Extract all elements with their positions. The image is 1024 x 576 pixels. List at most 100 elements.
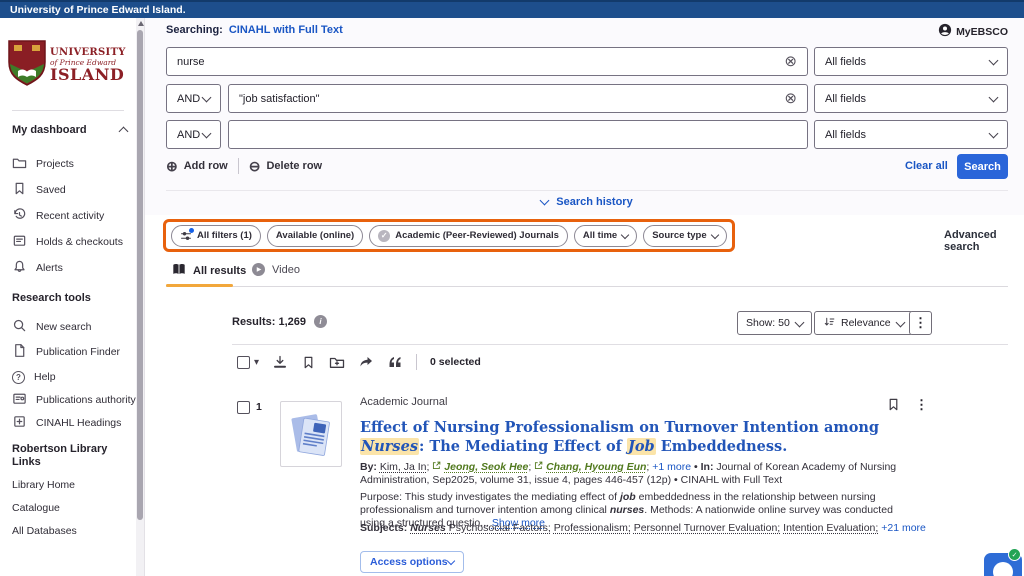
chevron-down-icon <box>989 128 999 138</box>
chevron-down-icon <box>540 196 550 206</box>
play-circle-icon: ▶ <box>252 263 265 276</box>
select-caret-icon[interactable]: ▾ <box>254 357 259 368</box>
sidebar-item-saved[interactable]: Saved <box>12 179 137 201</box>
delete-row-button[interactable]: ⊖ Delete row <box>249 159 322 173</box>
clear-input-icon[interactable]: ⊗ <box>784 91 797 106</box>
sidebar-item-publication-finder[interactable]: Publication Finder <box>12 341 137 363</box>
search-input-row1[interactable]: nurse ⊗ <box>166 47 808 76</box>
advanced-search-link[interactable]: Advanced search <box>944 229 1024 253</box>
info-icon[interactable]: i <box>314 315 327 328</box>
sidebar-divider <box>12 110 124 111</box>
add-to-folder-icon[interactable] <box>329 354 345 370</box>
sidebar-item-alerts[interactable]: Alerts <box>12 257 137 279</box>
document-stack-illustration <box>288 408 334 460</box>
scrollbar-up-arrow[interactable] <box>138 21 144 26</box>
tab-video[interactable]: ▶ Video <box>252 263 300 276</box>
download-icon[interactable] <box>272 354 288 370</box>
document-icon <box>12 343 27 361</box>
select-all-checkbox[interactable] <box>237 356 250 369</box>
boolean-select-row2[interactable]: AND <box>166 84 221 113</box>
result-byline: By: Kim, Ja In; Jeong, Seok Hee; Chang, … <box>360 461 926 487</box>
authority-icon <box>12 391 27 409</box>
result-checkbox[interactable] <box>237 401 250 414</box>
all-filters-button[interactable]: All filters (1) <box>171 225 261 247</box>
chevron-down-icon <box>710 230 718 238</box>
sidebar-item-recent-activity[interactable]: Recent activity <box>12 205 137 227</box>
headings-icon <box>12 414 27 432</box>
sidebar-scrollbar-thumb[interactable] <box>137 30 143 520</box>
sidebar-link-catalogue[interactable]: Catalogue <box>12 502 60 514</box>
check-circle-icon: ✓ <box>378 230 390 242</box>
results-options-kebab[interactable]: ⋮ <box>909 311 932 335</box>
search-term-1: nurse <box>177 56 205 68</box>
search-input-row3[interactable] <box>228 120 808 149</box>
subject-link[interactable]: Nurses Psychosocial Factors; <box>410 522 551 534</box>
search-input-row2[interactable]: "job satisfaction" ⊗ <box>228 84 808 113</box>
divider <box>232 344 1008 345</box>
filter-bar-highlight: All filters (1) Available (online) ✓ Aca… <box>163 219 735 252</box>
chevron-down-icon <box>202 128 212 138</box>
sidebar-item-publications-authority[interactable]: Publications authority <box>12 389 137 411</box>
clear-all-button[interactable]: Clear all <box>905 160 948 172</box>
chevron-down-icon <box>989 92 999 102</box>
sidebar-item-help[interactable]: ? Help <box>12 366 137 388</box>
tab-border <box>166 286 1008 287</box>
sidebar-item-cinahl-headings[interactable]: CINAHL Headings <box>12 412 137 434</box>
selected-count: 0 selected <box>430 356 481 368</box>
search-hit-highlight: Nurses <box>360 438 419 455</box>
field-select-row2[interactable]: All fields <box>814 84 1008 113</box>
sidebar-item-projects[interactable]: Projects <box>12 153 137 175</box>
author-link[interactable]: Kim, Ja In <box>380 461 427 473</box>
bookmark-icon[interactable] <box>886 397 901 417</box>
myebsco-button[interactable]: MyEBSCO <box>938 23 1008 40</box>
add-row-button[interactable]: ⊕ Add row <box>166 159 228 173</box>
sidebar-link-all-databases[interactable]: All Databases <box>12 525 77 537</box>
source-type-dropdown[interactable]: Source type <box>643 225 726 247</box>
database-link[interactable]: CINAHL with Full Text <box>229 24 343 36</box>
minus-circle-icon: ⊖ <box>249 159 261 173</box>
search-button[interactable]: Search <box>957 154 1008 179</box>
author-link[interactable]: Chang, Hyoung Eun <box>546 461 646 473</box>
chevron-down-icon <box>794 317 804 327</box>
search-hit-highlight: Job <box>627 438 656 455</box>
chevron-up-icon <box>119 127 129 137</box>
kebab-icon[interactable]: ⋮ <box>915 397 928 413</box>
clear-input-icon[interactable]: ⊗ <box>784 54 797 69</box>
active-tab-underline <box>166 284 233 287</box>
plus-circle-icon: ⊕ <box>166 159 178 173</box>
search-history-toggle[interactable]: Search history <box>166 196 1008 208</box>
sort-dropdown[interactable]: Relevance <box>814 311 913 335</box>
field-select-row3[interactable]: All fields <box>814 120 1008 149</box>
show-per-page-dropdown[interactable]: Show: 50 <box>737 311 812 335</box>
filter-active-dot <box>189 228 194 233</box>
sidebar-item-holds-checkouts[interactable]: Holds & checkouts <box>12 231 137 253</box>
upei-wordmark: UNIVERSITY of Prince Edward ISLAND <box>50 48 126 84</box>
result-thumbnail[interactable] <box>280 401 342 467</box>
author-link[interactable]: Jeong, Seok Hee <box>444 461 528 473</box>
boolean-select-row3[interactable]: AND <box>166 120 221 149</box>
book-icon <box>172 263 186 279</box>
subject-link[interactable]: Personnel Turnover Evaluation; <box>634 522 781 534</box>
share-icon[interactable] <box>358 354 374 370</box>
chevron-down-icon <box>895 317 905 327</box>
subject-link[interactable]: Professionalism; <box>554 522 631 534</box>
all-time-dropdown[interactable]: All time <box>574 225 637 247</box>
available-online-button[interactable]: Available (online) <box>267 225 363 247</box>
field-select-row1[interactable]: All fields <box>814 47 1008 76</box>
more-subjects-link[interactable]: +21 more <box>881 522 926 534</box>
access-options-button[interactable]: Access options <box>360 551 464 573</box>
sidebar-link-library-home[interactable]: Library Home <box>12 479 75 491</box>
sidebar-section-my-dashboard[interactable]: My dashboard <box>12 124 127 136</box>
more-authors-link[interactable]: +1 more <box>652 461 691 473</box>
peer-reviewed-filter-button[interactable]: ✓ Academic (Peer-Reviewed) Journals <box>369 225 568 247</box>
result-title-link[interactable]: Effect of Nursing Professionalism on Tur… <box>360 418 912 456</box>
search-icon <box>12 318 27 336</box>
bookmark-icon[interactable] <box>301 355 316 370</box>
sidebar-item-new-search[interactable]: New search <box>12 316 137 338</box>
upei-logo[interactable]: UNIVERSITY of Prince Edward ISLAND <box>8 40 126 91</box>
row-tools: ⊕ Add row ⊖ Delete row <box>166 158 322 174</box>
sidebar-section-research-tools: Research tools <box>12 292 91 304</box>
cite-icon[interactable] <box>387 355 403 369</box>
tab-all-results[interactable]: All results <box>172 263 246 279</box>
subject-link[interactable]: Intention Evaluation; <box>783 522 878 534</box>
